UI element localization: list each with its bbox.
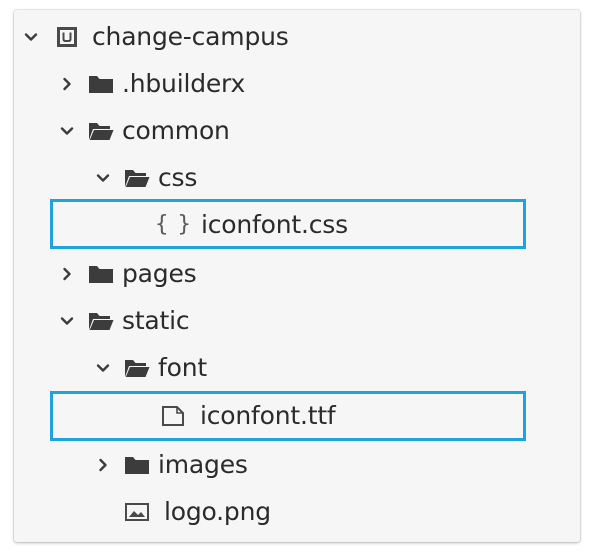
tree-item-common[interactable]: common [14, 107, 580, 154]
tree-root-change-campus[interactable]: change-campus [14, 13, 580, 60]
file-icon [161, 405, 185, 427]
project-icon [56, 26, 78, 48]
tree-item-iconfont-css[interactable]: { } iconfont.css [14, 201, 580, 248]
chevron-right-icon[interactable] [58, 75, 76, 93]
folder-open-icon [124, 167, 150, 189]
file-explorer-panel: change-campus .hbuilderx common css { } [14, 10, 580, 542]
tree-item-font[interactable]: font [14, 344, 580, 391]
tree-item-label: common [122, 116, 230, 145]
css-file-icon: { } [155, 212, 191, 237]
image-file-icon [124, 501, 150, 523]
chevron-right-icon[interactable] [58, 265, 76, 283]
folder-icon [124, 454, 150, 476]
folder-open-icon [124, 357, 150, 379]
tree-item-label: css [158, 163, 198, 192]
tree-item-label: pages [122, 259, 197, 288]
folder-open-icon [88, 120, 114, 142]
tree-item-label: images [158, 450, 248, 479]
folder-icon [88, 73, 114, 95]
tree-item-static[interactable]: static [14, 297, 580, 344]
tree-item-logo-png[interactable]: logo.png [14, 488, 580, 535]
tree-item-label: logo.png [164, 497, 271, 526]
tree-item-label: iconfont.css [201, 210, 348, 239]
tree-item-label: static [122, 306, 190, 335]
tree-item-label: .hbuilderx [122, 69, 246, 98]
tree-item-pages[interactable]: pages [14, 250, 580, 297]
tree-item-css[interactable]: css [14, 154, 580, 201]
chevron-down-icon[interactable] [58, 312, 76, 330]
chevron-down-icon[interactable] [22, 28, 40, 46]
tree-item-iconfont-ttf[interactable]: iconfont.ttf [14, 392, 580, 439]
folder-open-icon [88, 310, 114, 332]
tree-item-label: change-campus [92, 22, 289, 51]
chevron-down-icon[interactable] [94, 359, 112, 377]
chevron-right-icon[interactable] [94, 456, 112, 474]
folder-icon [88, 263, 114, 285]
chevron-down-icon[interactable] [94, 169, 112, 187]
tree-item-label: iconfont.ttf [200, 401, 336, 430]
chevron-down-icon[interactable] [58, 122, 76, 140]
tree-item-images[interactable]: images [14, 441, 580, 488]
tree-item-hbuilderx[interactable]: .hbuilderx [14, 60, 580, 107]
tree-item-label: font [158, 353, 207, 382]
